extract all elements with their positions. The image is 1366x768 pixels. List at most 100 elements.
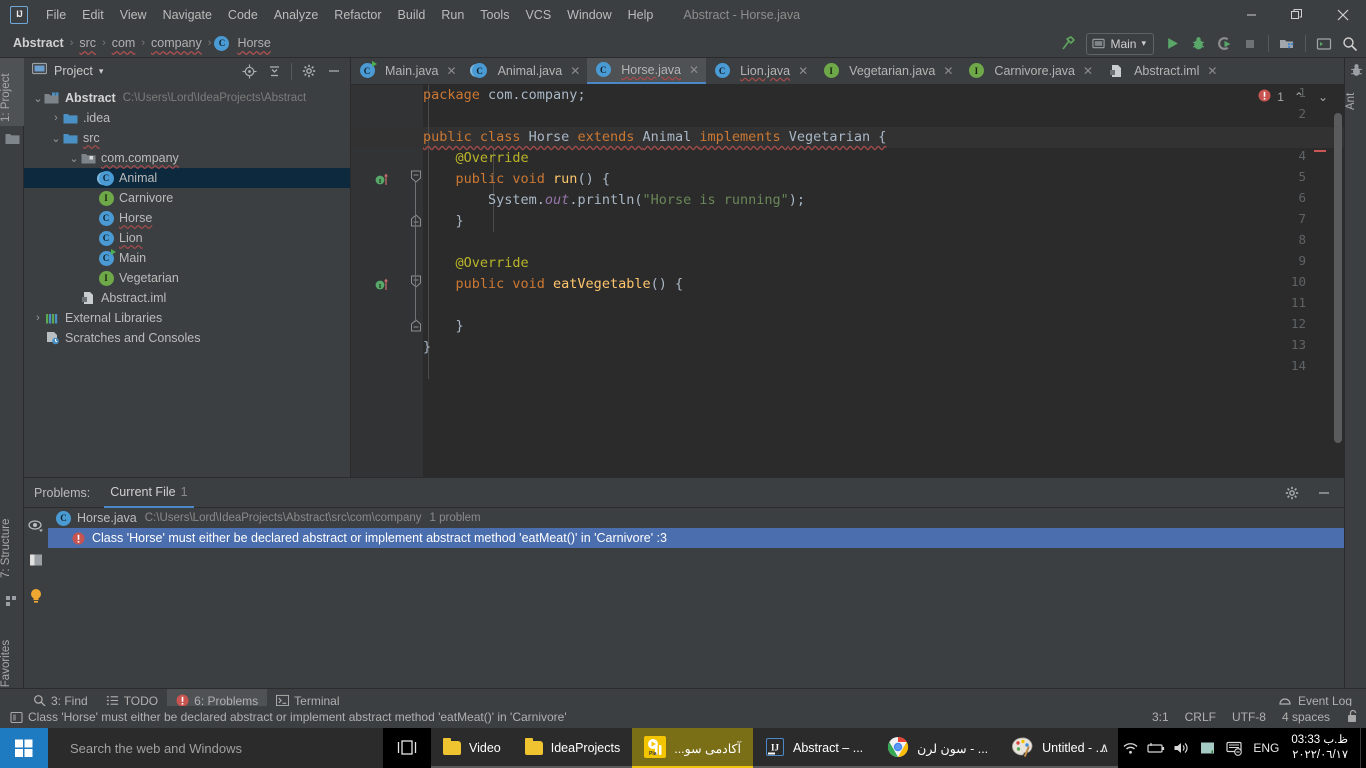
open-editor-icon[interactable] (24, 548, 48, 572)
breadcrumb-item-company[interactable]: company (148, 34, 205, 52)
taskbar-item-ideaprojects[interactable]: IdeaProjects (512, 728, 633, 768)
preview-eye-icon[interactable] (24, 514, 48, 538)
close-tab-icon[interactable]: ✕ (570, 64, 580, 78)
editor-tab-bar[interactable]: C Main.java ✕ C Animal.java ✕ C Horse.java ✕ C Lio… (351, 58, 1344, 85)
code-editor[interactable]: 1234567891011121314 I I package com (351, 85, 1344, 477)
chevron-down-icon[interactable]: ▾ (1141, 38, 1146, 49)
search-input[interactable]: Search the web and Windows (48, 728, 383, 768)
taskbar-item-chrome[interactable]: ... - سون لرن (875, 728, 1001, 768)
tab-current-file[interactable]: Current File 1 (104, 478, 194, 508)
stop-icon[interactable] (1238, 32, 1262, 56)
unlocked-icon[interactable] (1346, 709, 1358, 726)
chevron-down-icon[interactable]: ⌄ (32, 92, 44, 105)
fold-marker-eat-end[interactable] (409, 318, 423, 337)
windows-start-icon[interactable] (0, 728, 48, 768)
line-separator[interactable]: CRLF (1185, 710, 1216, 724)
maximize-button[interactable] (1274, 0, 1320, 29)
tree-item-abstract[interactable]: ⌄ Abstract C:\Users\Lord\IdeaProjects\Abst… (24, 88, 350, 108)
menu-item-run[interactable]: Run (433, 4, 472, 26)
implementing-method-icon-2[interactable]: I (375, 278, 389, 292)
display-icon[interactable] (1195, 728, 1221, 768)
menu-item-view[interactable]: View (112, 4, 155, 26)
menu-item-refactor[interactable]: Refactor (326, 4, 389, 26)
run-icon[interactable] (1160, 32, 1184, 56)
tree-item-horse[interactable]: C Horse (24, 208, 350, 228)
hide-panel-icon[interactable] (322, 59, 346, 83)
hide-panel-icon[interactable] (1312, 481, 1336, 505)
menu-item-navigate[interactable]: Navigate (155, 4, 220, 26)
file-encoding[interactable]: UTF-8 (1232, 710, 1266, 724)
task-view-icon[interactable] (383, 728, 431, 768)
breadcrumb-item-horse[interactable]: Horse (234, 34, 273, 52)
tree-item-scratches-and-consoles[interactable]: Scratches and Consoles (24, 328, 350, 348)
chevron-up-icon[interactable]: ⌃ (1290, 90, 1308, 104)
collapse-all-icon[interactable] (262, 59, 286, 83)
editor-tab-horse-java[interactable]: C Horse.java ✕ (587, 58, 707, 84)
menu-item-analyze[interactable]: Analyze (266, 4, 326, 26)
chevron-down-icon[interactable]: ⌄ (1314, 90, 1332, 104)
sidebar-item-project[interactable]: 1: Project (0, 58, 24, 126)
run-with-coverage-icon[interactable] (1212, 32, 1236, 56)
minimize-button[interactable] (1228, 0, 1274, 29)
tree-item-vegetarian[interactable]: I Vegetarian (24, 268, 350, 288)
editor-text[interactable]: package com.company; public class Horse … (423, 85, 1344, 477)
close-button[interactable] (1320, 0, 1366, 29)
chevron-down-icon[interactable]: ▾ (99, 66, 104, 77)
inspection-widget[interactable]: 1 ⌃ ⌄ (1258, 89, 1332, 105)
menu-item-help[interactable]: Help (620, 4, 662, 26)
editor-tab-lion-java[interactable]: C Lion.java ✕ (706, 58, 815, 84)
search-everywhere-icon[interactable] (1338, 32, 1362, 56)
run-configuration-selector[interactable]: Main ▾ (1086, 32, 1154, 55)
problems-file-row[interactable]: C Horse.java C:\Users\Lord\IdeaProjects\… (48, 508, 1344, 528)
show-desktop-button[interactable] (1360, 728, 1366, 768)
breadcrumb[interactable]: Abstract › src › com › company › C Horse (0, 34, 274, 52)
settings-gear-icon[interactable] (1280, 481, 1304, 505)
action-center-icon[interactable] (1221, 728, 1247, 768)
breadcrumb-item-abstract[interactable]: Abstract (10, 34, 67, 52)
message-icon[interactable] (10, 711, 23, 724)
problem-row[interactable]: Class 'Horse' must either be declared ab… (48, 528, 1344, 548)
caret-position[interactable]: 3:1 (1152, 710, 1169, 724)
tree-item-main[interactable]: C Main (24, 248, 350, 268)
breadcrumb-item-com[interactable]: com (109, 34, 139, 52)
volume-icon[interactable] (1169, 728, 1195, 768)
clock[interactable]: 03:33 ظ.ب ٢٠٢٢/٠٦/١٧ (1285, 728, 1360, 768)
settings-gear-icon[interactable] (297, 59, 321, 83)
lightbulb-icon[interactable] (24, 584, 48, 608)
tree-item-abstract-iml[interactable]: Abstract.iml (24, 288, 350, 308)
close-tab-icon[interactable]: ✕ (689, 63, 699, 77)
menu-item-file[interactable]: File (38, 4, 74, 26)
fold-marker-run-end[interactable] (409, 213, 423, 232)
editor-tab-abstract-iml[interactable]: Abstract.iml ✕ (1100, 58, 1224, 84)
editor-tab-animal-java[interactable]: C Animal.java ✕ (464, 58, 588, 84)
chevron-up-icon[interactable]: ∧ (1091, 728, 1117, 768)
locate-icon[interactable] (237, 59, 261, 83)
project-tree[interactable]: ⌄ Abstract C:\Users\Lord\IdeaProjects\Abst… (24, 84, 350, 348)
tree-item-com-company[interactable]: ⌄ com.company (24, 148, 350, 168)
close-tab-icon[interactable]: ✕ (447, 64, 457, 78)
menu-item-vcs[interactable]: VCS (517, 4, 559, 26)
taskbar-item-video[interactable]: Video (431, 728, 513, 768)
close-tab-icon[interactable]: ✕ (1207, 64, 1217, 78)
tree-item--idea[interactable]: › .idea (24, 108, 350, 128)
breadcrumb-item-src[interactable]: src (76, 34, 99, 52)
fold-marker-eat[interactable] (409, 275, 423, 294)
tree-item-external-libraries[interactable]: › External Libraries (24, 308, 350, 328)
taskbar-item-potplayer[interactable]: Pla آکادمی سو... (632, 728, 753, 768)
menu-item-tools[interactable]: Tools (472, 4, 517, 26)
menu-item-code[interactable]: Code (220, 4, 266, 26)
error-stripe-mark[interactable] (1314, 150, 1326, 152)
menu-item-edit[interactable]: Edit (74, 4, 112, 26)
tree-item-carnivore[interactable]: I Carnivore (24, 188, 350, 208)
menu-item-window[interactable]: Window (559, 4, 619, 26)
terminal-icon[interactable] (1312, 32, 1336, 56)
taskbar-item-intellij[interactable]: IJ Abstract – ... (752, 728, 876, 768)
editor-tab-main-java[interactable]: C Main.java ✕ (351, 58, 464, 84)
battery-icon[interactable] (1143, 728, 1169, 768)
menu-item-build[interactable]: Build (390, 4, 434, 26)
chevron-right-icon[interactable]: › (50, 112, 62, 124)
sidebar-item-ant[interactable]: Ant (1345, 80, 1366, 114)
language-indicator[interactable]: ENG (1247, 728, 1285, 768)
chevron-right-icon[interactable]: › (32, 312, 44, 324)
close-tab-icon[interactable]: ✕ (1083, 64, 1093, 78)
